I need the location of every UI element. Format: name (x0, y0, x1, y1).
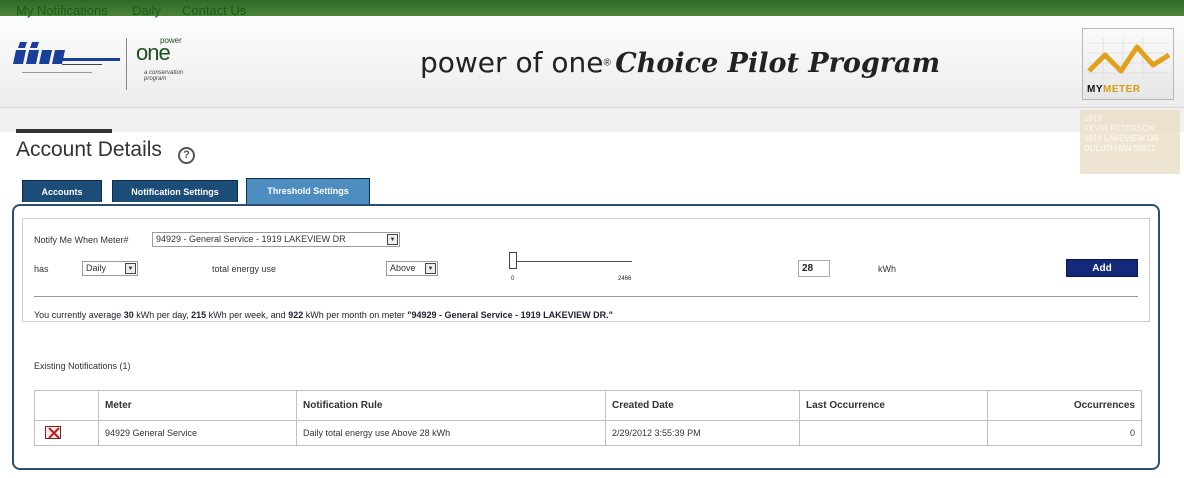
row-meter: 94929 General Service (98, 420, 297, 446)
form-separator (34, 296, 1138, 297)
row-actions-cell (34, 420, 99, 446)
nav-active-indicator (16, 129, 112, 133)
delete-icon[interactable] (45, 425, 61, 439)
address-line: 1919 (1084, 114, 1102, 123)
threshold-input[interactable]: 28 (798, 260, 830, 277)
nav-my-notifications[interactable]: My Notifications (16, 3, 108, 18)
tab-notification-settings[interactable]: Notification Settings (112, 180, 238, 202)
period-select[interactable]: Daily ▼ (82, 261, 138, 276)
notifications-table: Meter Notification Rule Created Date Las… (34, 390, 1142, 446)
tab-accounts[interactable]: Accounts (22, 180, 102, 202)
site-title-part2: Choice Pilot Program (615, 48, 941, 79)
avg-day-text: kWh per day, (133, 310, 192, 320)
comparison-select[interactable]: Above ▼ (386, 261, 438, 276)
col-header-rule: Notification Rule (296, 390, 606, 421)
power-of-one-logo: power one a conservation program (136, 36, 206, 92)
logo-divider (126, 38, 127, 90)
total-energy-label: total energy use (212, 264, 277, 274)
row-last (799, 420, 988, 446)
help-icon[interactable]: ? (178, 147, 195, 164)
poo-logo-sub: a conservation program (144, 70, 184, 82)
threshold-slider-handle[interactable] (509, 252, 517, 269)
mymeter-label-brand: METER (1103, 84, 1141, 95)
page-title: Account Details (16, 138, 162, 161)
poo-logo-word: one (136, 40, 171, 65)
mymeter-label-prefix: MY (1087, 84, 1103, 95)
col-header-last: Last Occurrence (799, 390, 988, 421)
slider-max-label: 2466 (618, 276, 632, 282)
nav-contact-us[interactable]: Contact Us (182, 3, 246, 18)
meter-select[interactable]: 94929 - General Service - 1919 LAKEVIEW … (152, 232, 400, 247)
col-header-occurrences: Occurrences (987, 390, 1142, 421)
avg-day-value: 30 (123, 310, 134, 320)
notify-label: Notify Me When Meter# (34, 235, 129, 245)
table-header-row: Meter Notification Rule Created Date Las… (34, 390, 1142, 421)
address-line: DULUTH MN 55812 (1084, 144, 1156, 153)
unit-label: kWh (878, 264, 896, 274)
chevron-down-icon: ▼ (425, 263, 436, 274)
avg-month-value: 922 (288, 310, 304, 320)
avg-month-text: kWh per month on meter (303, 310, 408, 320)
period-select-value: Daily (86, 263, 107, 273)
site-title-part1: power of one (420, 46, 604, 79)
account-address-box: 1919 KEVIN PETERSON 1919 LAKEVIEW DR DUL… (1080, 110, 1180, 174)
col-header-meter: Meter (98, 390, 297, 421)
row-rule: Daily total energy use Above 28 kWh (296, 420, 606, 446)
tab-threshold-settings[interactable]: Threshold Settings (246, 178, 370, 204)
mymeter-logo: MYMETER (1082, 28, 1174, 100)
col-header-actions (34, 390, 99, 421)
threshold-slider-track[interactable] (514, 261, 632, 262)
avg-prefix: You currently average (34, 310, 124, 320)
mymeter-label: MYMETER (1087, 84, 1141, 95)
address-line: KEVIN PETERSON (1084, 124, 1155, 133)
comparison-select-value: Above (390, 263, 416, 273)
meter-select-value: 94929 - General Service - 1919 LAKEVIEW … (156, 234, 346, 244)
has-label: has (34, 264, 49, 274)
chevron-down-icon: ▼ (387, 234, 398, 245)
add-button[interactable]: Add (1066, 259, 1138, 277)
row-occurrences: 0 (987, 420, 1142, 446)
main-nav (0, 108, 1184, 132)
row-created: 2/29/2012 3:55:39 PM (605, 420, 800, 446)
average-usage-text: You currently average 30 kWh per day, 21… (34, 310, 613, 320)
table-row: 94929 General Service Daily total energy… (34, 420, 1142, 446)
meter-wave-icon (1087, 38, 1171, 78)
site-title: power of one® Choice Pilot Program (420, 46, 940, 79)
address-line: 1919 LAKEVIEW DR (1084, 134, 1159, 143)
site-title-tm: ® (603, 57, 611, 69)
col-header-created: Created Date (605, 390, 800, 421)
avg-week-text: kWh per week, and (206, 310, 289, 320)
avg-meter-text: "94929 - General Service - 1919 LAKEVIEW… (407, 310, 613, 320)
nav-daily[interactable]: Daily (132, 3, 161, 18)
minnesota-power-logo (13, 42, 120, 73)
slider-min-label: 0 (511, 276, 515, 282)
chevron-down-icon: ▼ (125, 263, 136, 274)
avg-week-value: 215 (191, 310, 207, 320)
existing-notifications-label: Existing Notifications (1) (34, 361, 131, 371)
